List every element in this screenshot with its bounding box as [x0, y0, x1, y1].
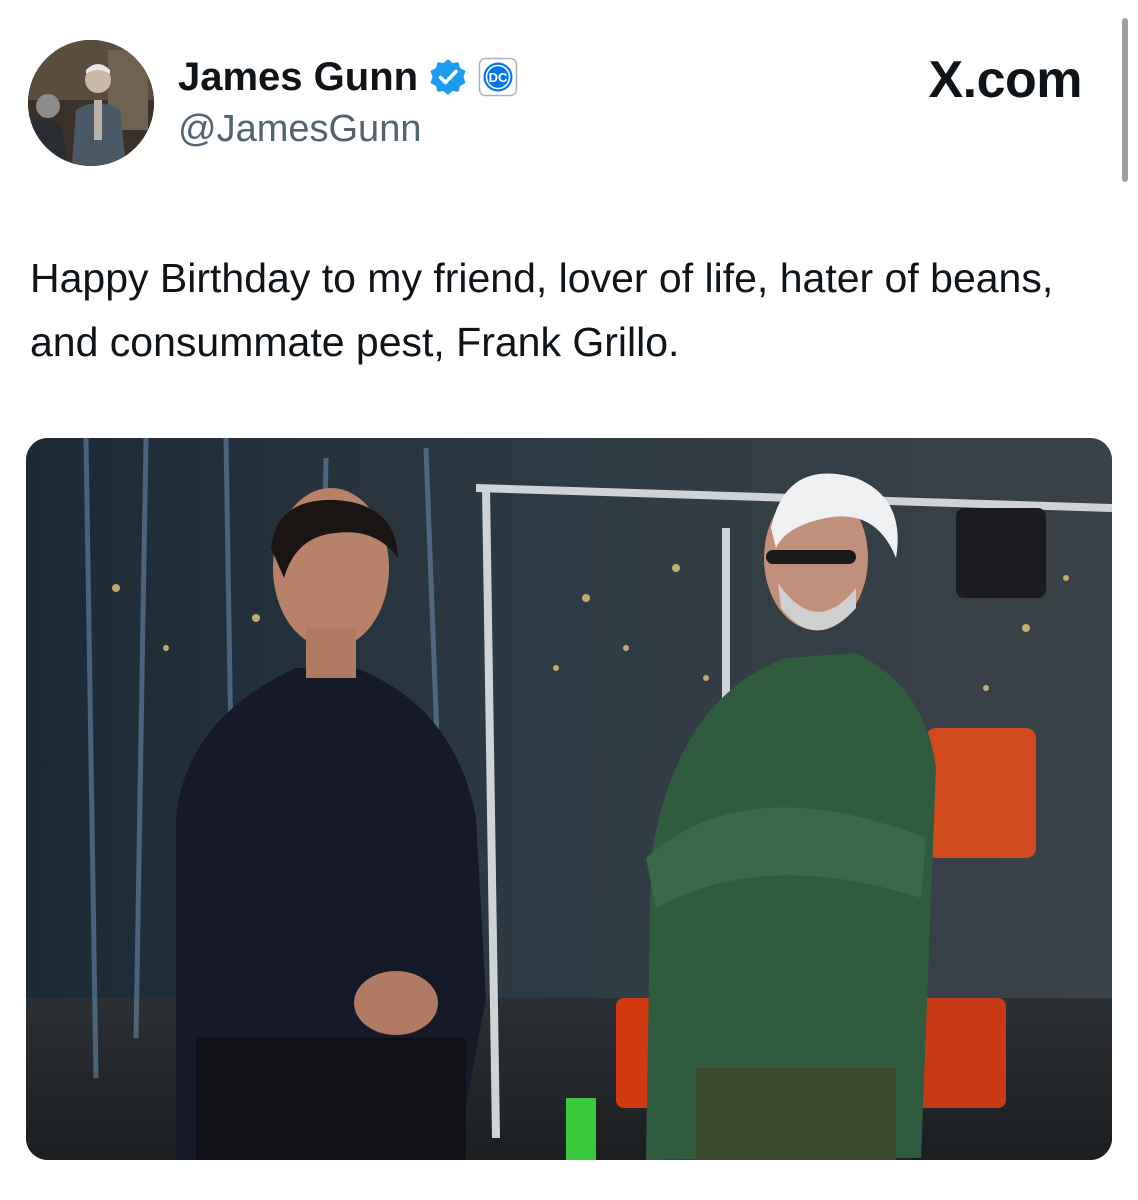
tweet-photo[interactable]	[26, 438, 1112, 1160]
dc-logo-badge-icon[interactable]: DC	[478, 57, 518, 97]
scrollbar[interactable]	[1122, 18, 1128, 182]
photo-scene	[26, 438, 1112, 1160]
x-com-brand: X.com	[928, 51, 1082, 109]
author-avatar[interactable]	[28, 40, 154, 166]
tweet-text: Happy Birthday to my friend, lover of li…	[30, 255, 1054, 365]
verified-check-icon[interactable]	[428, 57, 468, 97]
author-handle[interactable]: @JamesGunn	[178, 106, 421, 152]
avatar-photo	[28, 40, 154, 166]
author-display-name[interactable]: James Gunn	[178, 52, 418, 102]
author-name-row[interactable]: James Gunn DC	[178, 52, 518, 102]
dc-badge-text: DC	[489, 70, 508, 85]
